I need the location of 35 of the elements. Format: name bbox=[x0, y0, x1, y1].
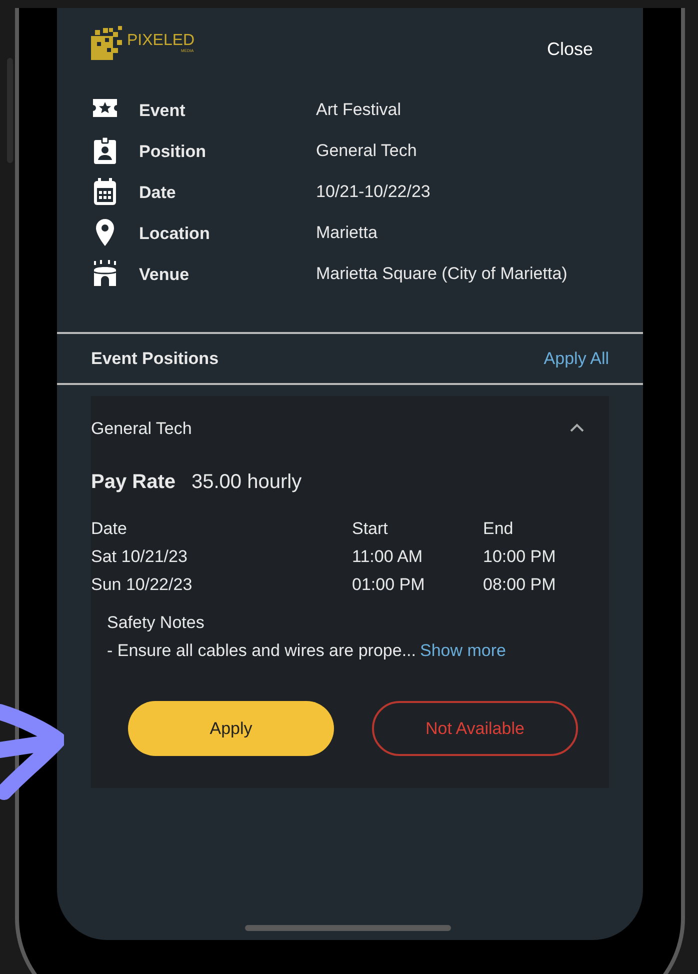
table-cell-text: 08:00 PM bbox=[483, 574, 557, 596]
pay-rate-value: 35.00 hourly bbox=[192, 470, 302, 495]
detail-value: General Tech bbox=[316, 140, 418, 162]
detail-label: Venue bbox=[139, 264, 190, 286]
table-cell-text: Sun 10/22/23 bbox=[91, 574, 194, 596]
table-cell-text: 01:00 PM bbox=[352, 574, 426, 596]
detail-label: Event bbox=[139, 100, 186, 122]
safety-note: - Ensure all cables and wires are prope... bbox=[107, 640, 416, 662]
detail-value: Marietta Square (City of Marietta) bbox=[316, 262, 568, 284]
detail-label: Date bbox=[139, 182, 177, 204]
detail-value: 10/21-10/22/23 bbox=[316, 180, 432, 202]
position-title: General Tech bbox=[91, 418, 192, 440]
table-cell-text: Sat 10/21/23 bbox=[91, 546, 188, 568]
notes-title: Safety Notes bbox=[107, 612, 206, 634]
column-header: Date bbox=[91, 518, 128, 540]
stadium-icon bbox=[91, 259, 119, 288]
show-more-link[interactable]: Show more bbox=[420, 637, 506, 665]
detail-value: Art Festival bbox=[316, 98, 402, 120]
pay-rate-label: Pay Rate bbox=[91, 470, 176, 495]
detail-label: Position bbox=[139, 141, 208, 163]
table-cell-text: 11:00 AM bbox=[352, 546, 424, 568]
close-link[interactable]: Close bbox=[546, 36, 593, 63]
id-badge-icon bbox=[91, 136, 119, 165]
apply-all-link[interactable]: Apply All bbox=[544, 346, 609, 372]
detail-value: Marietta bbox=[316, 222, 378, 244]
apply-button[interactable]: Apply bbox=[128, 701, 334, 756]
section-title: Event Positions bbox=[91, 348, 219, 370]
logo-icon bbox=[91, 26, 123, 60]
logo-text: PIXELED bbox=[127, 33, 195, 49]
not-available-button[interactable]: Not Available bbox=[372, 701, 578, 756]
detail-label: Location bbox=[139, 223, 211, 245]
calendar-icon bbox=[91, 177, 119, 206]
table-cell-text: 10:00 PM bbox=[483, 546, 557, 568]
column-header: Start bbox=[352, 518, 389, 540]
column-header: End bbox=[483, 518, 514, 540]
